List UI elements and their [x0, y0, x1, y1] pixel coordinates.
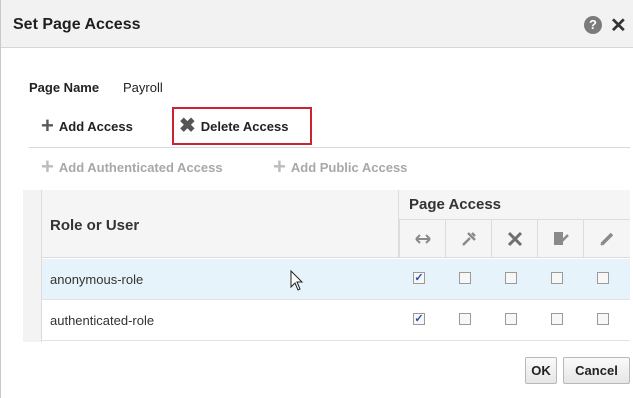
- edit-checkbox[interactable]: [597, 313, 609, 325]
- page-access-label: Page Access: [409, 196, 502, 213]
- mouse-pointer-icon: [290, 269, 304, 297]
- table-row[interactable]: anonymous-role ✓: [42, 259, 630, 300]
- page-access-header: Page Access: [399, 190, 630, 220]
- ok-button[interactable]: OK: [525, 357, 557, 384]
- edit-icon: [583, 220, 630, 258]
- secondary-toolbar: + Add Authenticated Access + Add Public …: [29, 148, 630, 184]
- add-access-button[interactable]: + Add Access: [41, 113, 133, 138]
- cancel-button[interactable]: Cancel: [563, 357, 630, 384]
- delete-checkbox[interactable]: [505, 272, 517, 284]
- table-row[interactable]: authenticated-role ✓: [42, 300, 630, 341]
- add-authenticated-label: Add Authenticated Access: [58, 159, 223, 175]
- edit-content-checkbox[interactable]: [551, 313, 563, 325]
- delete-icon: [491, 220, 537, 258]
- edit-checkbox[interactable]: [597, 272, 609, 284]
- delete-checkbox[interactable]: [505, 313, 517, 325]
- edit-content-checkbox[interactable]: [551, 272, 563, 284]
- plus-icon: +: [41, 113, 54, 138]
- plus-icon: +: [273, 154, 286, 179]
- access-table: Role or User Page Access anonymous-role …: [23, 190, 630, 342]
- page-name-label: Page Name: [29, 80, 100, 95]
- delete-x-icon: ✖: [179, 115, 196, 137]
- edit-content-icon: [537, 220, 583, 258]
- role-header-label: Role or User: [50, 217, 140, 234]
- access-toolbar: + Add Access ✖ Delete Access: [29, 107, 630, 147]
- customize-icon: [445, 220, 491, 258]
- help-icon[interactable]: ?: [584, 16, 602, 34]
- plus-icon: +: [41, 154, 54, 179]
- view-checkbox[interactable]: ✓: [413, 272, 425, 284]
- set-page-access-dialog: Set Page Access ? ✕ Page Name Payroll + …: [0, 0, 633, 398]
- dialog-titlebar: Set Page Access ? ✕: [1, 0, 633, 48]
- role-column-header[interactable]: Role or User: [42, 190, 399, 258]
- role-name: anonymous-role: [50, 272, 144, 287]
- customize-checkbox[interactable]: [459, 313, 471, 325]
- dialog-title: Set Page Access: [13, 16, 141, 33]
- row-selector-gutter: [23, 190, 42, 342]
- view-checkbox[interactable]: ✓: [413, 313, 425, 325]
- customize-checkbox[interactable]: [459, 272, 471, 284]
- page-name-value: Payroll: [123, 80, 163, 95]
- add-access-label: Add Access: [58, 118, 133, 134]
- delete-access-label: Delete Access: [200, 118, 289, 134]
- add-public-access-button[interactable]: + Add Public Access: [273, 154, 408, 179]
- role-name: authenticated-role: [50, 313, 155, 328]
- close-icon[interactable]: ✕: [610, 13, 627, 38]
- delete-access-button[interactable]: ✖ Delete Access: [172, 107, 312, 145]
- add-public-label: Add Public Access: [290, 159, 408, 175]
- add-authenticated-access-button[interactable]: + Add Authenticated Access: [41, 154, 223, 179]
- view-icon: [399, 220, 445, 258]
